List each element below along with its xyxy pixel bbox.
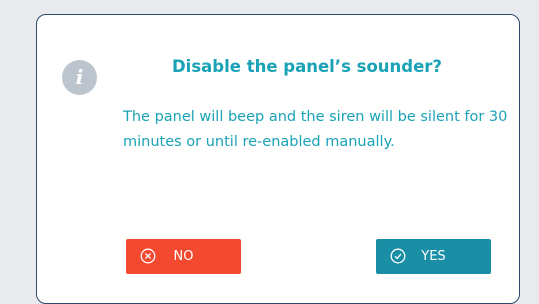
confirm-dialog: i Disable the panel’s sounder? The panel… [36,14,520,304]
yes-button[interactable]: YES [376,239,491,274]
no-button-label: NO [173,249,194,264]
no-button[interactable]: NO [126,239,241,274]
dialog-title: Disable the panel’s sounder? [171,57,442,76]
yes-button-label: YES [421,249,446,264]
info-icon: i [62,60,97,95]
dialog-message: The panel will beep and the siren will b… [123,109,508,150]
